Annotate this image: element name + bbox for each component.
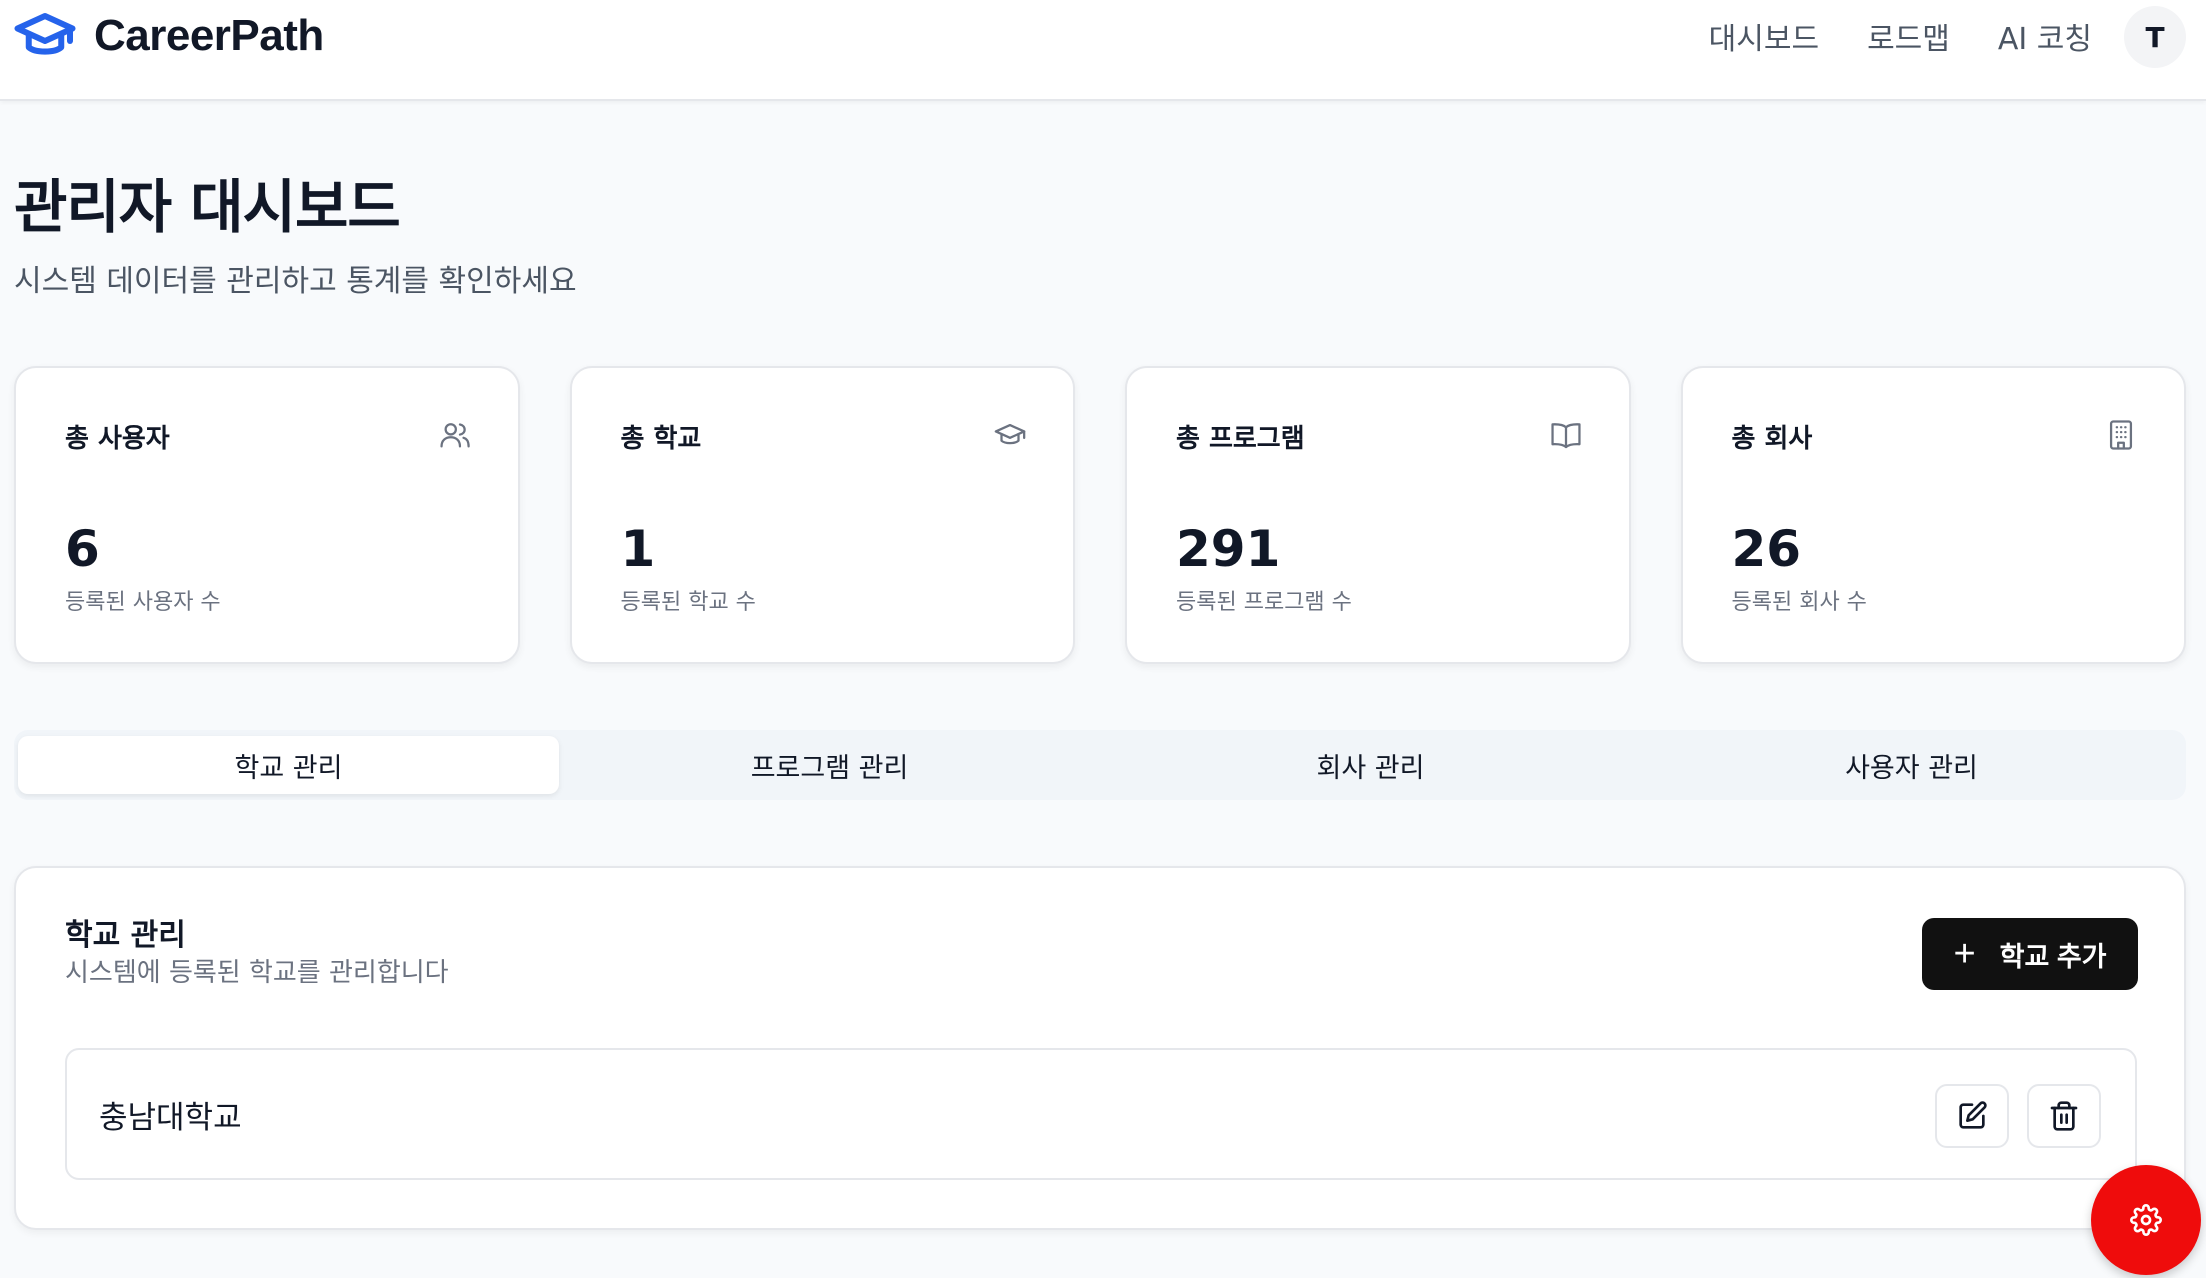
nav-roadmap[interactable]: 로드맵 [1867, 14, 1950, 58]
stat-label: 총 회사 [1731, 424, 1813, 454]
tab-school-management[interactable]: 학교 관리 [18, 736, 559, 794]
tab-company-management[interactable]: 회사 관리 [1100, 736, 1641, 794]
logo-text: CareerPath [94, 11, 324, 60]
management-tabs: 학교 관리 프로그램 관리 회사 관리 사용자 관리 [14, 730, 2186, 800]
stat-value: 291 [1176, 520, 1281, 578]
building-icon [2109, 420, 2133, 450]
main-nav: 대시보드 로드맵 AI 코칭 [1661, 10, 2092, 62]
top-header: CareerPath 대시보드 로드맵 AI 코칭 T [0, 0, 2206, 101]
graduation-cap-icon [14, 13, 76, 55]
nav-dashboard[interactable]: 대시보드 [1709, 14, 1819, 58]
stat-value: 26 [1731, 520, 1802, 578]
logo[interactable]: CareerPath [14, 8, 324, 64]
stat-label: 총 학교 [620, 424, 702, 454]
stat-value: 6 [65, 520, 100, 578]
stat-description: 등록된 프로그램 수 [1176, 590, 1352, 615]
users-icon [439, 423, 470, 448]
trash-icon [2050, 1101, 2078, 1131]
stat-card-programs: 총 프로그램 291 등록된 프로그램 수 [1125, 366, 1631, 664]
school-management-panel: 학교 관리 시스템에 등록된 학교를 관리합니다 + 학교 추가 충남대학교 [14, 866, 2186, 1230]
plus-icon: + [1953, 933, 1976, 975]
user-avatar[interactable]: T [2124, 6, 2186, 68]
add-school-button[interactable]: + 학교 추가 [1922, 918, 2138, 990]
add-school-label: 학교 추가 [1999, 941, 2107, 972]
stat-label: 총 프로그램 [1176, 424, 1305, 454]
stat-description: 등록된 회사 수 [1731, 590, 1867, 615]
school-name: 충남대학교 [99, 1100, 242, 1136]
delete-school-button[interactable] [2027, 1084, 2101, 1148]
list-item: 충남대학교 [65, 1048, 2137, 1180]
settings-fab[interactable] [2091, 1165, 2201, 1275]
gear-icon [2130, 1204, 2162, 1236]
edit-icon [1959, 1101, 1987, 1129]
page-subtitle: 시스템 데이터를 관리하고 통계를 확인하세요 [14, 264, 577, 299]
stat-card-schools: 총 학교 1 등록된 학교 수 [569, 366, 1075, 664]
stats-grid: 총 사용자 6 등록된 사용자 수 총 학교 1 등록된 학교 수 총 프로그램… [14, 366, 2186, 664]
panel-title: 학교 관리 [65, 918, 186, 953]
page-title: 관리자 대시보드 [14, 173, 401, 241]
tab-user-management[interactable]: 사용자 관리 [1641, 736, 2182, 794]
stat-label: 총 사용자 [65, 424, 170, 454]
graduation-cap-icon [994, 423, 1026, 445]
stat-description: 등록된 사용자 수 [65, 590, 221, 615]
stat-card-users: 총 사용자 6 등록된 사용자 수 [14, 366, 520, 664]
stat-value: 1 [620, 520, 656, 578]
nav-ai-coaching[interactable]: AI 코칭 [1998, 14, 2092, 58]
tab-program-management[interactable]: 프로그램 관리 [559, 736, 1100, 794]
edit-school-button[interactable] [1935, 1084, 2009, 1148]
panel-subtitle: 시스템에 등록된 학교를 관리합니다 [65, 958, 449, 988]
stat-card-companies: 총 회사 26 등록된 회사 수 [1680, 366, 2186, 664]
stat-description: 등록된 학교 수 [620, 590, 756, 615]
book-icon [1550, 423, 1581, 449]
